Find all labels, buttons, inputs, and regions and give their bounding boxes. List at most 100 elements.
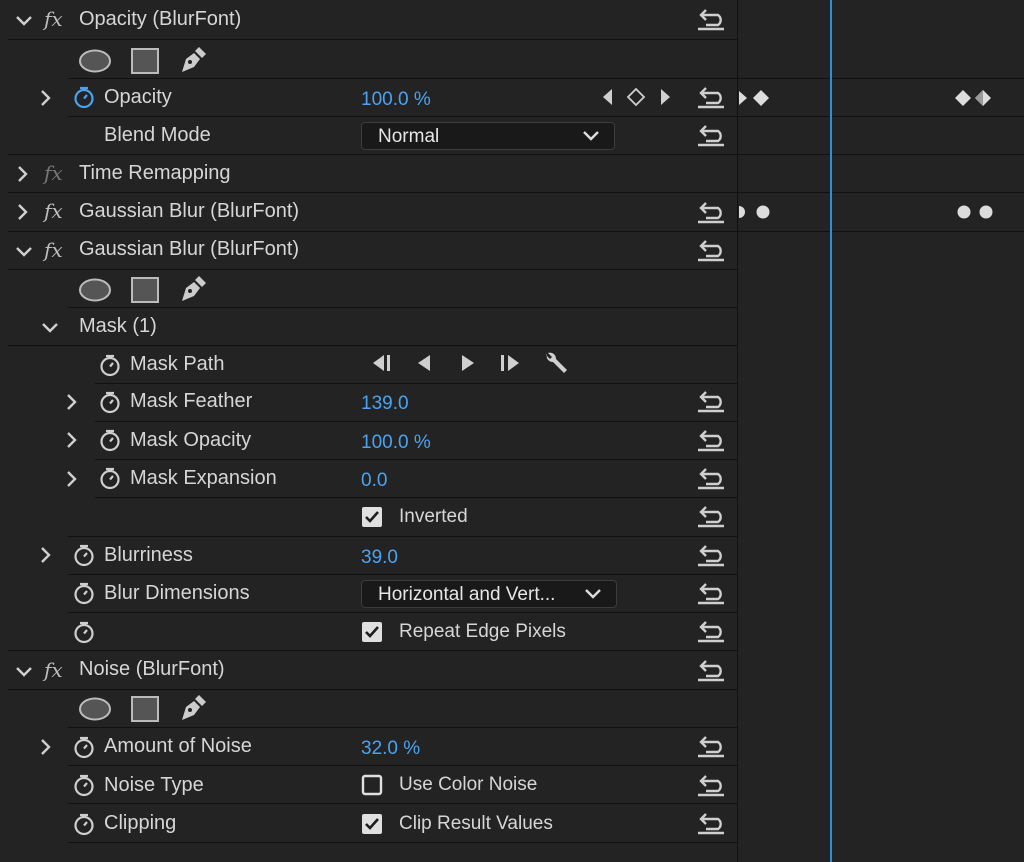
property-label-mask-expansion: Mask Expansion: [130, 467, 277, 489]
panel-divider: [737, 0, 738, 862]
property-label-noise-type: Noise Type: [104, 774, 204, 796]
reset-icon[interactable]: [696, 543, 726, 567]
fx-icon[interactable]: fx: [44, 238, 63, 262]
chevron-down-icon[interactable]: [14, 661, 34, 681]
blend-mode-dropdown[interactable]: Normal: [361, 122, 615, 150]
effect-title-gaussian-blur-2: Gaussian Blur (BlurFont): [79, 238, 300, 260]
fx-icon[interactable]: fx: [44, 7, 63, 31]
property-value-amount-of-noise[interactable]: 32.0 %: [361, 738, 420, 760]
track-selected-mask-backward-icon[interactable]: [414, 354, 434, 372]
property-label-blend-mode: Blend Mode: [104, 124, 211, 146]
stopwatch-icon[interactable]: [73, 621, 95, 644]
reset-icon[interactable]: [696, 773, 726, 797]
reset-icon[interactable]: [696, 658, 726, 682]
chevron-down-icon[interactable]: [40, 317, 60, 337]
clip-result-values-label: Clip Result Values: [399, 813, 553, 834]
stopwatch-icon[interactable]: [99, 391, 121, 414]
pen-mask-icon[interactable]: [178, 45, 208, 75]
property-value-opacity[interactable]: 100.0 %: [361, 89, 431, 111]
pen-mask-icon[interactable]: [178, 693, 208, 723]
stopwatch-icon[interactable]: [73, 736, 95, 759]
reset-icon[interactable]: [696, 581, 726, 605]
blur-dimensions-dropdown[interactable]: Horizontal and Vert...: [361, 580, 617, 608]
chevron-right-icon[interactable]: [61, 430, 81, 450]
track-selected-mask-backward-one-frame-icon[interactable]: [370, 354, 394, 372]
chevron-down-icon: [583, 131, 599, 141]
stopwatch-icon[interactable]: [99, 354, 121, 377]
use-color-noise-checkbox[interactable]: [361, 774, 383, 796]
effect-title-noise: Noise (BlurFont): [79, 658, 225, 680]
chevron-right-icon[interactable]: [12, 202, 32, 222]
add-keyframe-icon[interactable]: [626, 87, 646, 107]
reset-icon[interactable]: [696, 504, 726, 528]
ellipse-mask-icon[interactable]: [79, 697, 111, 721]
reset-icon[interactable]: [696, 811, 726, 835]
property-label-mask-feather: Mask Feather: [130, 390, 253, 412]
track-selected-mask-forward-one-frame-icon[interactable]: [498, 354, 522, 372]
rectangle-mask-icon[interactable]: [131, 696, 159, 722]
chevron-right-icon[interactable]: [35, 88, 55, 108]
stopwatch-icon[interactable]: [99, 467, 121, 490]
stopwatch-icon[interactable]: [73, 544, 95, 567]
stopwatch-icon[interactable]: [73, 774, 95, 797]
wrench-icon[interactable]: [543, 350, 569, 376]
rectangle-mask-icon[interactable]: [131, 48, 159, 74]
track-selected-mask-forward-icon[interactable]: [458, 354, 478, 372]
ellipse-mask-icon[interactable]: [79, 278, 111, 302]
keyframe-marker-end[interactable]: [952, 89, 996, 107]
reset-icon[interactable]: [696, 389, 726, 413]
repeat-edge-pixels-checkbox[interactable]: [361, 621, 383, 643]
property-value-mask-opacity[interactable]: 100.0 %: [361, 432, 431, 454]
effect-title-time-remapping: Time Remapping: [79, 162, 231, 184]
reset-icon[interactable]: [696, 466, 726, 490]
property-value-blurriness[interactable]: 39.0: [361, 547, 398, 569]
fx-icon[interactable]: fx: [44, 199, 63, 223]
reset-icon[interactable]: [696, 7, 726, 31]
chevron-right-icon[interactable]: [35, 545, 55, 565]
prev-keyframe-icon[interactable]: [600, 87, 614, 107]
stopwatch-icon[interactable]: [73, 582, 95, 605]
timeline-row-divider: [738, 192, 1024, 193]
row-divider: [68, 803, 738, 804]
row-divider: [8, 192, 738, 193]
chevron-right-icon[interactable]: [12, 164, 32, 184]
chevron-down-icon[interactable]: [14, 10, 34, 30]
pen-mask-icon[interactable]: [178, 274, 208, 304]
reset-icon[interactable]: [696, 200, 726, 224]
clip-result-values-checkbox[interactable]: [361, 813, 383, 835]
reset-icon[interactable]: [696, 85, 726, 109]
stopwatch-icon[interactable]: [99, 429, 121, 452]
effect-controls-panel: fx Opacity (BlurFont) Opacity 100.0 % Bl…: [0, 0, 738, 862]
fx-icon[interactable]: fx: [44, 658, 63, 682]
row-divider: [95, 421, 738, 422]
reset-icon[interactable]: [696, 123, 726, 147]
property-label-mask-path: Mask Path: [130, 353, 225, 375]
row-divider: [68, 727, 738, 728]
keyframe-marker-end[interactable]: [956, 204, 996, 220]
repeat-edge-pixels-label: Repeat Edge Pixels: [399, 621, 566, 642]
row-divider: [8, 269, 738, 270]
reset-icon[interactable]: [696, 619, 726, 643]
keyframe-marker-start[interactable]: [738, 204, 772, 220]
reset-icon[interactable]: [696, 238, 726, 262]
keyframe-marker-start[interactable]: [738, 89, 774, 107]
property-label-blur-dimensions: Blur Dimensions: [104, 582, 250, 604]
inverted-label: Inverted: [399, 506, 468, 527]
reset-icon[interactable]: [696, 734, 726, 758]
chevron-right-icon[interactable]: [35, 737, 55, 757]
row-divider: [68, 842, 738, 843]
rectangle-mask-icon[interactable]: [131, 277, 159, 303]
inverted-checkbox[interactable]: [361, 506, 383, 528]
stopwatch-icon[interactable]: [73, 813, 95, 836]
stopwatch-active-icon[interactable]: [73, 86, 95, 109]
reset-icon[interactable]: [696, 428, 726, 452]
property-value-mask-feather[interactable]: 139.0: [361, 393, 409, 415]
playhead[interactable]: [830, 0, 832, 862]
chevron-right-icon[interactable]: [61, 392, 81, 412]
next-keyframe-icon[interactable]: [659, 87, 673, 107]
chevron-down-icon[interactable]: [14, 241, 34, 261]
property-value-mask-expansion[interactable]: 0.0: [361, 470, 387, 492]
ellipse-mask-icon[interactable]: [79, 49, 111, 73]
row-divider: [68, 574, 738, 575]
chevron-right-icon[interactable]: [61, 469, 81, 489]
